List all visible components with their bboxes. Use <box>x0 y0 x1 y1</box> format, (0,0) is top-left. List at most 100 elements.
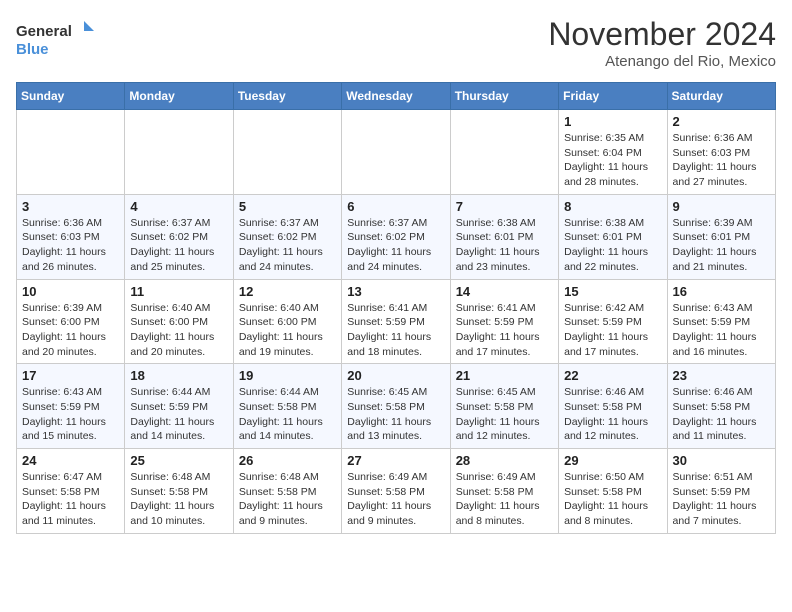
calendar-cell <box>450 110 558 195</box>
calendar-cell: 3 Sunrise: 6:36 AMSunset: 6:03 PMDaylight… <box>17 194 125 279</box>
day-info: Sunrise: 6:38 AMSunset: 6:01 PMDaylight:… <box>456 216 553 275</box>
calendar-cell: 4 Sunrise: 6:37 AMSunset: 6:02 PMDaylight… <box>125 194 233 279</box>
day-info: Sunrise: 6:42 AMSunset: 5:59 PMDaylight:… <box>564 301 661 360</box>
calendar-cell: 5Sunrise: 6:37 AMSunset: 6:02 PMDaylight… <box>233 194 341 279</box>
calendar-cell: 24 Sunrise: 6:47 AMSunset: 5:58 PMDayligh… <box>17 449 125 534</box>
calendar-header-row: SundayMondayTuesdayWednesdayThursdayFrid… <box>17 83 776 110</box>
column-header-wednesday: Wednesday <box>342 83 450 110</box>
day-info: Sunrise: 6:47 AMSunset: 5:58 PMDaylight:… <box>22 470 119 529</box>
calendar-cell: 18 Sunrise: 6:44 AMSunset: 5:59 PMDayligh… <box>125 364 233 449</box>
day-number: 29 <box>564 453 661 468</box>
calendar-cell: 28 Sunrise: 6:49 AMSunset: 5:58 PMDayligh… <box>450 449 558 534</box>
column-header-tuesday: Tuesday <box>233 83 341 110</box>
day-number: 7 <box>456 199 553 214</box>
day-number: 1 <box>564 114 661 129</box>
day-info: Sunrise: 6:44 AMSunset: 5:58 PMDaylight:… <box>239 385 336 444</box>
day-number: 8 <box>564 199 661 214</box>
day-info: Sunrise: 6:37 AMSunset: 6:02 PMDaylight:… <box>130 216 227 275</box>
day-number: 15 <box>564 284 661 299</box>
day-info: Sunrise: 6:40 AMSunset: 6:00 PMDaylight:… <box>239 301 336 360</box>
column-header-friday: Friday <box>559 83 667 110</box>
day-number: 25 <box>130 453 227 468</box>
day-number: 2 <box>673 114 770 129</box>
day-number: 21 <box>456 368 553 383</box>
calendar-cell: 23 Sunrise: 6:46 AMSunset: 5:58 PMDayligh… <box>667 364 775 449</box>
day-number: 27 <box>347 453 444 468</box>
calendar-week-row: 3 Sunrise: 6:36 AMSunset: 6:03 PMDaylight… <box>17 194 776 279</box>
calendar-table: SundayMondayTuesdayWednesdayThursdayFrid… <box>16 82 776 534</box>
title-block: November 2024 Atenango del Rio, Mexico <box>548 16 776 70</box>
day-info: Sunrise: 6:35 AMSunset: 6:04 PMDaylight:… <box>564 131 661 190</box>
calendar-cell: 13Sunrise: 6:41 AMSunset: 5:59 PMDayligh… <box>342 279 450 364</box>
day-number: 28 <box>456 453 553 468</box>
calendar-cell: 19Sunrise: 6:44 AMSunset: 5:58 PMDayligh… <box>233 364 341 449</box>
day-info: Sunrise: 6:49 AMSunset: 5:58 PMDaylight:… <box>456 470 553 529</box>
day-info: Sunrise: 6:37 AMSunset: 6:02 PMDaylight:… <box>347 216 444 275</box>
calendar-week-row: 1 Sunrise: 6:35 AMSunset: 6:04 PMDaylight… <box>17 110 776 195</box>
day-info: Sunrise: 6:39 AMSunset: 6:01 PMDaylight:… <box>673 216 770 275</box>
day-number: 12 <box>239 284 336 299</box>
column-header-sunday: Sunday <box>17 83 125 110</box>
calendar-cell: 10 Sunrise: 6:39 AMSunset: 6:00 PMDayligh… <box>17 279 125 364</box>
day-info: Sunrise: 6:46 AMSunset: 5:58 PMDaylight:… <box>673 385 770 444</box>
column-header-monday: Monday <box>125 83 233 110</box>
calendar-week-row: 10 Sunrise: 6:39 AMSunset: 6:00 PMDayligh… <box>17 279 776 364</box>
calendar-cell: 26Sunrise: 6:48 AMSunset: 5:58 PMDayligh… <box>233 449 341 534</box>
calendar-cell: 20Sunrise: 6:45 AMSunset: 5:58 PMDayligh… <box>342 364 450 449</box>
calendar-cell <box>342 110 450 195</box>
day-number: 11 <box>130 284 227 299</box>
day-info: Sunrise: 6:44 AMSunset: 5:59 PMDaylight:… <box>130 385 227 444</box>
day-number: 4 <box>130 199 227 214</box>
day-info: Sunrise: 6:43 AMSunset: 5:59 PMDaylight:… <box>673 301 770 360</box>
day-info: Sunrise: 6:41 AMSunset: 5:59 PMDaylight:… <box>456 301 553 360</box>
calendar-cell: 9Sunrise: 6:39 AMSunset: 6:01 PMDaylight… <box>667 194 775 279</box>
calendar-cell: 25 Sunrise: 6:48 AMSunset: 5:58 PMDayligh… <box>125 449 233 534</box>
day-info: Sunrise: 6:48 AMSunset: 5:58 PMDaylight:… <box>130 470 227 529</box>
day-info: Sunrise: 6:38 AMSunset: 6:01 PMDaylight:… <box>564 216 661 275</box>
calendar-cell: 12 Sunrise: 6:40 AMSunset: 6:00 PMDayligh… <box>233 279 341 364</box>
calendar-cell: 1 Sunrise: 6:35 AMSunset: 6:04 PMDaylight… <box>559 110 667 195</box>
day-number: 6 <box>347 199 444 214</box>
calendar-cell: 22Sunrise: 6:46 AMSunset: 5:58 PMDayligh… <box>559 364 667 449</box>
day-info: Sunrise: 6:43 AMSunset: 5:59 PMDaylight:… <box>22 385 119 444</box>
calendar-week-row: 24 Sunrise: 6:47 AMSunset: 5:58 PMDayligh… <box>17 449 776 534</box>
svg-text:Blue: Blue <box>16 41 49 58</box>
calendar-cell <box>17 110 125 195</box>
calendar-cell: 17Sunrise: 6:43 AMSunset: 5:59 PMDayligh… <box>17 364 125 449</box>
calendar-cell: 8 Sunrise: 6:38 AMSunset: 6:01 PMDaylight… <box>559 194 667 279</box>
location-subtitle: Atenango del Rio, Mexico <box>548 53 776 70</box>
calendar-cell: 30 Sunrise: 6:51 AMSunset: 5:59 PMDayligh… <box>667 449 775 534</box>
day-number: 22 <box>564 368 661 383</box>
day-number: 23 <box>673 368 770 383</box>
day-number: 24 <box>22 453 119 468</box>
logo-svg: General Blue <box>16 16 96 61</box>
day-number: 18 <box>130 368 227 383</box>
day-number: 3 <box>22 199 119 214</box>
calendar-cell: 14 Sunrise: 6:41 AMSunset: 5:59 PMDayligh… <box>450 279 558 364</box>
calendar-cell <box>233 110 341 195</box>
calendar-cell: 21 Sunrise: 6:45 AMSunset: 5:58 PMDayligh… <box>450 364 558 449</box>
svg-text:General: General <box>16 23 72 40</box>
day-info: Sunrise: 6:37 AMSunset: 6:02 PMDaylight:… <box>239 216 336 275</box>
calendar-cell: 7 Sunrise: 6:38 AMSunset: 6:01 PMDaylight… <box>450 194 558 279</box>
month-title: November 2024 <box>548 16 776 53</box>
day-info: Sunrise: 6:41 AMSunset: 5:59 PMDaylight:… <box>347 301 444 360</box>
page-header: General Blue November 2024 Atenango del … <box>16 16 776 70</box>
calendar-cell: 6 Sunrise: 6:37 AMSunset: 6:02 PMDaylight… <box>342 194 450 279</box>
calendar-cell: 16Sunrise: 6:43 AMSunset: 5:59 PMDayligh… <box>667 279 775 364</box>
day-number: 14 <box>456 284 553 299</box>
calendar-cell: 11Sunrise: 6:40 AMSunset: 6:00 PMDayligh… <box>125 279 233 364</box>
day-number: 10 <box>22 284 119 299</box>
day-number: 26 <box>239 453 336 468</box>
column-header-saturday: Saturday <box>667 83 775 110</box>
day-info: Sunrise: 6:50 AMSunset: 5:58 PMDaylight:… <box>564 470 661 529</box>
calendar-week-row: 17Sunrise: 6:43 AMSunset: 5:59 PMDayligh… <box>17 364 776 449</box>
day-info: Sunrise: 6:36 AMSunset: 6:03 PMDaylight:… <box>22 216 119 275</box>
day-number: 30 <box>673 453 770 468</box>
day-number: 20 <box>347 368 444 383</box>
day-info: Sunrise: 6:45 AMSunset: 5:58 PMDaylight:… <box>456 385 553 444</box>
calendar-cell: 27Sunrise: 6:49 AMSunset: 5:58 PMDayligh… <box>342 449 450 534</box>
column-header-thursday: Thursday <box>450 83 558 110</box>
day-info: Sunrise: 6:51 AMSunset: 5:59 PMDaylight:… <box>673 470 770 529</box>
day-info: Sunrise: 6:39 AMSunset: 6:00 PMDaylight:… <box>22 301 119 360</box>
